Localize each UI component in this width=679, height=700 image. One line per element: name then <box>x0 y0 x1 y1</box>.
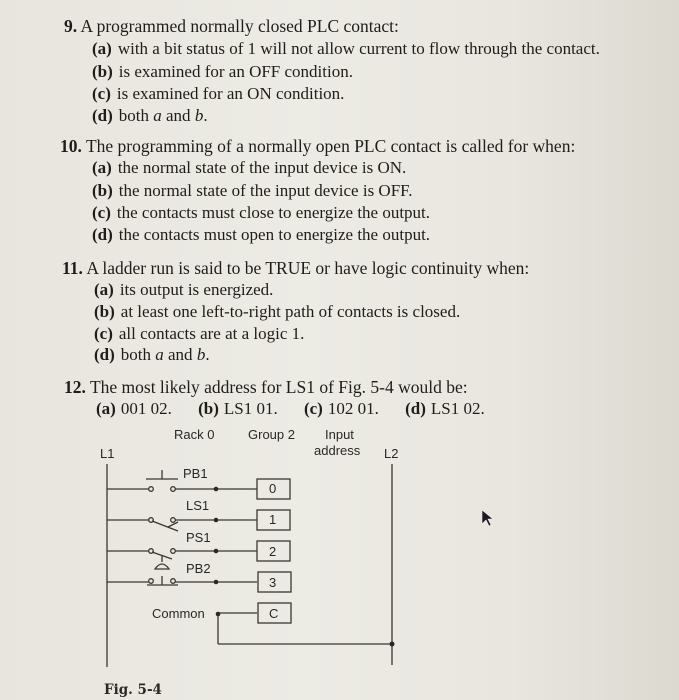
terminal-box-1 <box>256 509 291 531</box>
pressure-diaphragm <box>153 563 171 570</box>
junction-dot <box>213 517 219 523</box>
contact-terminal <box>148 486 154 492</box>
junction-dot <box>213 548 219 554</box>
terminal-box-c <box>257 602 292 624</box>
junction-dot <box>389 641 395 647</box>
rung-ps1 <box>107 548 257 570</box>
rung-pb2 <box>107 576 257 586</box>
contact-terminal <box>170 486 176 492</box>
terminal-box-3 <box>257 571 292 593</box>
junction-dot <box>215 611 221 617</box>
terminal-box-2 <box>256 540 291 562</box>
ladder-diagram <box>106 464 395 667</box>
rung-ls1 <box>107 517 257 532</box>
terminal-box-0 <box>256 478 291 500</box>
junction-dot <box>213 486 219 492</box>
mouse-cursor-icon <box>481 509 494 527</box>
common-wire <box>217 612 392 645</box>
rung-pb1 <box>107 470 257 492</box>
junction-dot <box>213 579 219 585</box>
